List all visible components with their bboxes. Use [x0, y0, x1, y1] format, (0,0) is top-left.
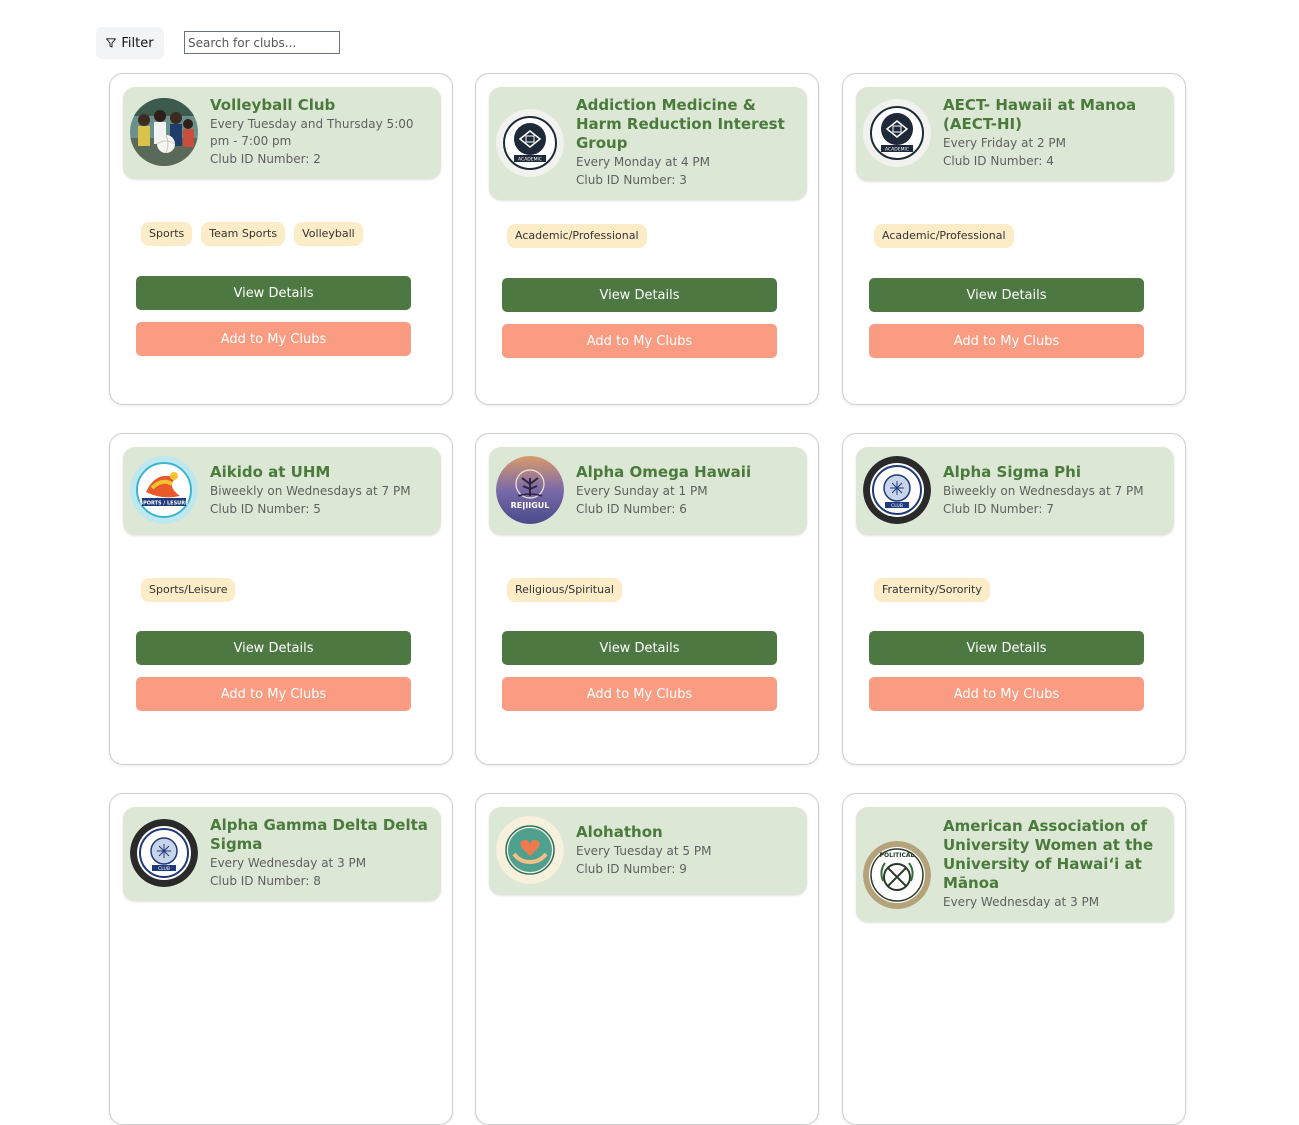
academic-seal-icon: ACADEMIC [496, 108, 564, 177]
add-to-my-clubs-button[interactable]: Add to My Clubs [869, 324, 1144, 358]
club-card-header: POLITICAL American Association of Univer… [856, 807, 1174, 922]
club-card: Alohathon Every Tuesday at 5 PM Club ID … [475, 793, 819, 1125]
svg-text:REǀIIGUL: REǀIIGUL [511, 501, 550, 510]
view-details-button[interactable]: View Details [502, 278, 777, 312]
club-card-header: Alohathon Every Tuesday at 5 PM Club ID … [489, 807, 807, 895]
view-details-button[interactable]: View Details [869, 631, 1144, 665]
club-name: Alpha Sigma Phi [943, 462, 1081, 481]
tag-list: Academic/Professional [507, 224, 647, 248]
club-name: Volleyball Club [210, 96, 336, 114]
search-input[interactable] [184, 31, 340, 54]
tag: Academic/Professional [874, 224, 1014, 248]
club-name: AECT- Hawaii at Manoa (AECT-HI) [943, 96, 1137, 133]
club-id: Club ID Number: 2 [210, 152, 321, 166]
tag: Sports/Leisure [141, 578, 236, 602]
club-schedule: Every Tuesday at 5 PM [576, 843, 712, 858]
club-schedule: Every Wednesday at 3 PM [210, 856, 367, 870]
tag: Team Sports [201, 222, 286, 246]
fraternity-seal-icon: CLUB [863, 456, 931, 524]
club-name: Aikido at UHM [210, 462, 331, 481]
club-card: CLUB Alpha Sigma Phi Biweekly on Wednesd… [842, 433, 1186, 765]
tag-list: Fraternity/Sorority [874, 578, 990, 602]
club-id: Club ID Number: 7 [943, 501, 1054, 516]
tag-list: Sports/Leisure [141, 578, 236, 602]
club-card: SPORTS / LESURE Aikido at UHM Biweekly o… [109, 433, 453, 765]
club-name: Alpha Gamma Delta Delta Sigma [210, 816, 428, 853]
club-name: Alpha Omega Hawaii [576, 462, 752, 481]
club-card-header: Volleyball Club Every Tuesday and Thursd… [123, 87, 441, 179]
club-logo: SPORTS / LESURE [130, 456, 198, 524]
club-schedule: Every Friday at 2 PM [943, 136, 1067, 150]
tag-list: Religious/Spiritual [507, 578, 622, 602]
tag-list: Sports Team Sports Volleyball [141, 222, 363, 246]
filter-button[interactable]: Filter [96, 27, 164, 59]
club-card: REǀIIGUL Alpha Omega Hawaii Every Sunday… [475, 433, 819, 765]
club-logo: CLUB [130, 819, 198, 887]
club-card: CLUB Alpha Gamma Delta Delta Sigma Every… [109, 793, 453, 1125]
tag: Sports [141, 222, 193, 246]
club-logo: REǀIIGUL [496, 456, 564, 524]
club-card: ACADEMIC AECT- Hawaii at Manoa (AECT-HI)… [842, 73, 1186, 405]
club-schedule: Every Tuesday and Thursday 5:00 pm - 7:0… [210, 117, 414, 148]
view-details-button[interactable]: View Details [136, 276, 411, 310]
academic-seal-icon: ACADEMIC [863, 99, 931, 167]
club-schedule: Every Sunday at 1 PM [576, 483, 708, 498]
club-id: Club ID Number: 9 [576, 861, 687, 876]
tag: Academic/Professional [507, 224, 647, 248]
club-card-header: ACADEMIC AECT- Hawaii at Manoa (AECT-HI)… [856, 87, 1174, 181]
svg-text:SPORTS / LESURE: SPORTS / LESURE [140, 501, 190, 507]
club-schedule: Every Wednesday at 3 PM [943, 895, 1100, 909]
svg-text:ACADEMIC: ACADEMIC [518, 156, 542, 162]
heart-hands-badge-icon [496, 816, 564, 884]
club-card-header: ACADEMIC Addiction Medicine & Harm Reduc… [489, 87, 807, 200]
tag: Fraternity/Sorority [874, 578, 990, 602]
add-to-my-clubs-button[interactable]: Add to My Clubs [502, 324, 777, 358]
club-logo: ACADEMIC [863, 99, 931, 167]
add-to-my-clubs-button[interactable]: Add to My Clubs [869, 677, 1144, 711]
club-name: American Association of University Women… [943, 817, 1154, 892]
tag: Volleyball [294, 222, 363, 246]
religious-tree-badge-icon: REǀIIGUL [496, 456, 564, 524]
add-to-my-clubs-button[interactable]: Add to My Clubs [136, 677, 411, 711]
filter-label: Filter [121, 35, 154, 51]
sports-leisure-badge-icon: SPORTS / LESURE [130, 456, 198, 524]
club-schedule: Biweekly on Wednesdays at 7 PM [210, 483, 411, 498]
club-card-header: CLUB Alpha Sigma Phi Biweekly on Wednesd… [856, 447, 1174, 535]
tag-list: Academic/Professional [874, 224, 1014, 248]
svg-text:POLITICAL: POLITICAL [880, 852, 915, 859]
club-card: ACADEMIC Addiction Medicine & Harm Reduc… [475, 73, 819, 405]
svg-text:CLUB: CLUB [158, 866, 170, 872]
club-card-header: CLUB Alpha Gamma Delta Delta Sigma Every… [123, 807, 441, 901]
view-details-button[interactable]: View Details [869, 278, 1144, 312]
fraternity-seal-icon: CLUB [130, 819, 198, 887]
volleyball-photo-icon [130, 98, 198, 166]
club-schedule: Biweekly on Wednesdays at 7 PM [943, 483, 1144, 498]
club-id: Club ID Number: 4 [943, 154, 1054, 168]
club-name: Addiction Medicine & Harm Reduction Inte… [576, 96, 785, 152]
view-details-button[interactable]: View Details [502, 631, 777, 665]
club-logo [130, 98, 198, 166]
club-logo: ACADEMIC [496, 108, 564, 177]
club-id: Club ID Number: 8 [210, 874, 321, 888]
club-logo: CLUB [863, 456, 931, 524]
filter-icon [106, 38, 117, 48]
club-id: Club ID Number: 5 [210, 501, 321, 516]
svg-text:CLUB: CLUB [891, 503, 903, 509]
club-schedule: Every Monday at 4 PM [576, 155, 711, 169]
club-logo [496, 816, 564, 884]
club-id: Club ID Number: 6 [576, 501, 687, 516]
club-card: POLITICAL American Association of Univer… [842, 793, 1186, 1125]
add-to-my-clubs-button[interactable]: Add to My Clubs [136, 322, 411, 356]
add-to-my-clubs-button[interactable]: Add to My Clubs [502, 677, 777, 711]
club-name: Alohathon [576, 822, 663, 841]
club-id: Club ID Number: 3 [576, 173, 687, 187]
svg-text:ACADEMIC: ACADEMIC [885, 147, 909, 153]
political-club-seal-icon: POLITICAL [863, 841, 931, 909]
club-card-header: SPORTS / LESURE Aikido at UHM Biweekly o… [123, 447, 441, 535]
club-card: Volleyball Club Every Tuesday and Thursd… [109, 73, 453, 405]
tag: Religious/Spiritual [507, 578, 622, 602]
club-card-header: REǀIIGUL Alpha Omega Hawaii Every Sunday… [489, 447, 807, 535]
club-logo: POLITICAL [863, 841, 931, 909]
view-details-button[interactable]: View Details [136, 631, 411, 665]
